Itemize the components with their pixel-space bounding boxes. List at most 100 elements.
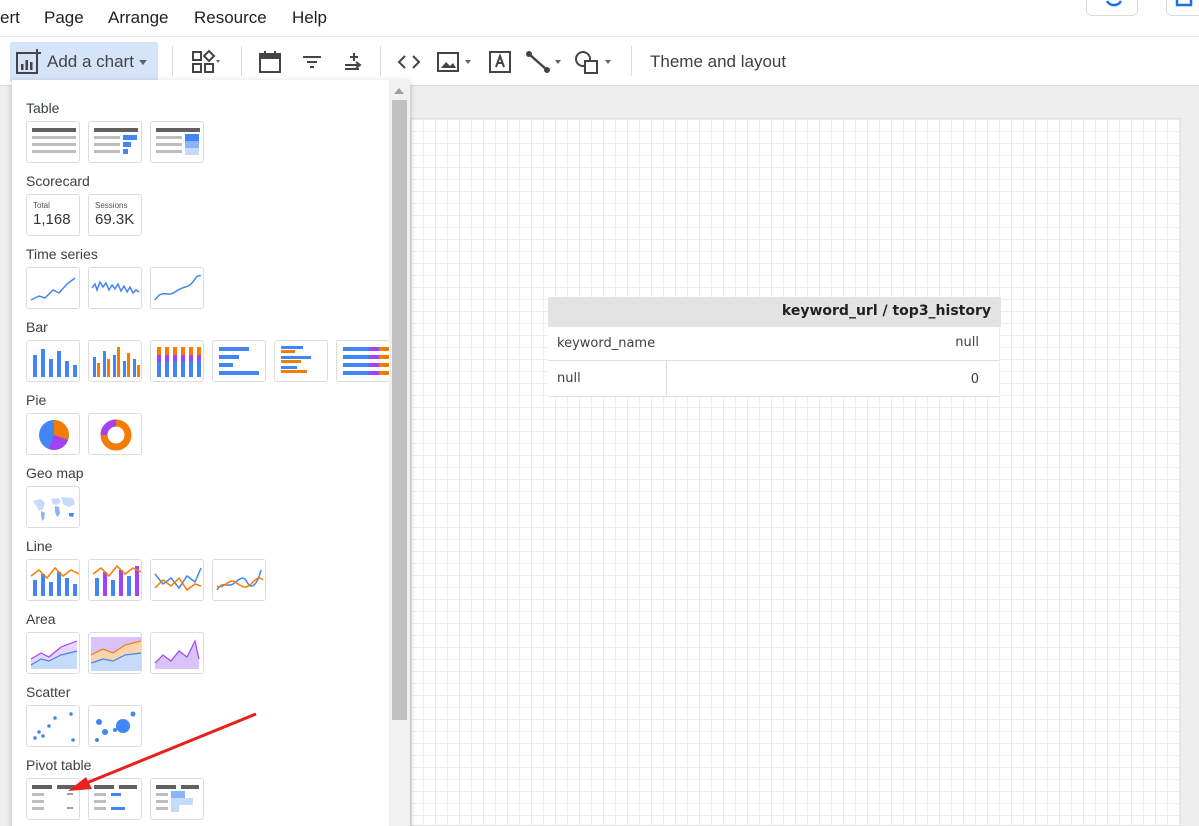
section-label-pivot-table: Pivot table (26, 757, 92, 773)
shape-button[interactable] (572, 46, 618, 78)
chart-option-stacked-combo[interactable] (88, 559, 142, 601)
chart-option-time-series[interactable] (26, 267, 80, 309)
chart-option-smoothed-time-series[interactable] (150, 267, 204, 309)
world-map-icon (33, 497, 75, 521)
pie-chart-icon (39, 420, 69, 450)
image-button[interactable] (432, 46, 478, 78)
section-label-pie: Pie (26, 392, 47, 408)
section-label-time-series: Time series (26, 246, 98, 262)
date-range-button[interactable] (254, 46, 286, 78)
chart-option-sparkline[interactable] (88, 267, 142, 309)
scorecard-value: 1,168 (33, 211, 71, 228)
chart-option-scorecard[interactable]: Total 1,168 (26, 194, 80, 236)
scatter-chart-icon (33, 712, 75, 742)
chart-option-bubble[interactable] (88, 705, 142, 747)
time-series-icon (30, 277, 76, 301)
table-row: null 0 (548, 361, 999, 397)
stacked-area-icon (90, 637, 141, 671)
chart-option-line[interactable] (150, 559, 204, 601)
pivot-table-icon (32, 785, 75, 810)
menu-arrange[interactable]: Arrange (108, 8, 168, 28)
chart-option-grouped-bar[interactable] (274, 340, 328, 382)
report-canvas[interactable] (410, 118, 1181, 826)
menu-help[interactable]: Help (292, 8, 327, 28)
chart-option-donut[interactable] (88, 413, 142, 455)
pivot-table-heatmap-icon (156, 785, 199, 812)
donut-chart-icon (100, 419, 132, 451)
menu-resource[interactable]: Resource (194, 8, 267, 28)
smoothed-time-series-icon (154, 274, 202, 301)
refresh-button[interactable] (1086, 0, 1138, 16)
chart-option-combo[interactable] (26, 559, 80, 601)
chart-option-percent-area[interactable] (150, 632, 204, 674)
embed-url-button[interactable] (392, 46, 426, 78)
smoothed-line-icon (216, 569, 264, 591)
chart-option-column[interactable] (26, 340, 80, 382)
stacked-combo-icon (92, 564, 141, 596)
table-heatmap-icon (156, 128, 200, 155)
chart-option-table-heatmap[interactable] (150, 121, 204, 163)
menu-bar: ert Page Arrange Resource Help (0, 0, 1199, 36)
add-chart-label: Add a chart (47, 52, 134, 71)
theme-and-layout-button[interactable]: Theme and layout (650, 52, 786, 72)
sort-icon (345, 53, 362, 70)
chart-option-scatter[interactable] (26, 705, 80, 747)
menu-page[interactable]: Page (44, 8, 84, 28)
chart-option-area[interactable] (26, 632, 80, 674)
section-label-area: Area (26, 611, 56, 627)
percent-area-icon (154, 639, 200, 669)
chart-option-pivot-table-heatmap[interactable] (150, 778, 204, 820)
section-label-scorecard: Scorecard (26, 173, 90, 189)
table-bars-icon (94, 128, 138, 154)
text-box-button[interactable] (484, 46, 516, 78)
combo-chart-icon (30, 566, 79, 596)
chart-option-geo-map[interactable] (26, 486, 80, 528)
pivot-table-bars-icon (94, 785, 137, 810)
left-gutter (0, 86, 12, 826)
section-label-geo-map: Geo map (26, 465, 84, 481)
chart-option-table-with-bars[interactable] (88, 121, 142, 163)
column-chart-icon (33, 349, 77, 377)
cell-value: 0 (970, 372, 979, 387)
chart-option-stacked-area[interactable] (88, 632, 142, 674)
bar-chart-icon (219, 347, 259, 375)
filter-icon (303, 56, 321, 68)
section-label-table: Table (26, 100, 60, 116)
chart-option-table[interactable] (26, 121, 80, 163)
image-icon (437, 52, 471, 72)
chart-option-smoothed-line[interactable] (212, 559, 266, 601)
add-control-button[interactable] (184, 46, 228, 78)
chart-option-grouped-column[interactable] (88, 340, 142, 382)
row-dimension-label: keyword_name (557, 336, 656, 351)
add-chart-icon (16, 49, 41, 74)
scrollbar-thumb[interactable] (392, 100, 407, 720)
chart-option-bar[interactable] (212, 340, 266, 382)
chart-option-pie[interactable] (26, 413, 80, 455)
chart-option-pivot-table[interactable] (26, 778, 80, 820)
scorecard-label: Total (33, 201, 50, 210)
filter-control-button[interactable] (296, 46, 328, 78)
section-label-scatter: Scatter (26, 684, 71, 700)
pivot-header-label: keyword_url / top3_history (781, 303, 991, 319)
cell-divider (666, 361, 667, 397)
calendar-icon (259, 51, 281, 73)
menu-insert[interactable]: ert (0, 8, 20, 28)
chart-option-scorecard-compact[interactable]: Sessions 69.3K (88, 194, 142, 236)
row-value: null (557, 371, 581, 386)
scroll-up-icon[interactable] (394, 88, 404, 94)
code-icon (397, 55, 421, 69)
chart-option-stacked-column[interactable] (150, 340, 204, 382)
chart-option-stacked-bar[interactable] (336, 340, 390, 382)
pivot-dimension-row: keyword_name null (548, 327, 999, 361)
pivot-table-widget[interactable]: keyword_url / top3_history keyword_name … (548, 297, 1001, 397)
toolbar-divider (241, 46, 242, 76)
share-button[interactable] (1166, 0, 1199, 16)
chart-option-pivot-table-with-bars[interactable] (88, 778, 142, 820)
pivot-column-header: keyword_url / top3_history (548, 297, 1001, 327)
controls-icon (192, 49, 220, 73)
toolbar-divider (631, 46, 632, 76)
area-chart-icon (30, 640, 78, 669)
sort-control-button[interactable] (336, 46, 368, 78)
line-button[interactable] (522, 46, 568, 78)
add-chart-button[interactable]: Add a chart (10, 42, 158, 82)
